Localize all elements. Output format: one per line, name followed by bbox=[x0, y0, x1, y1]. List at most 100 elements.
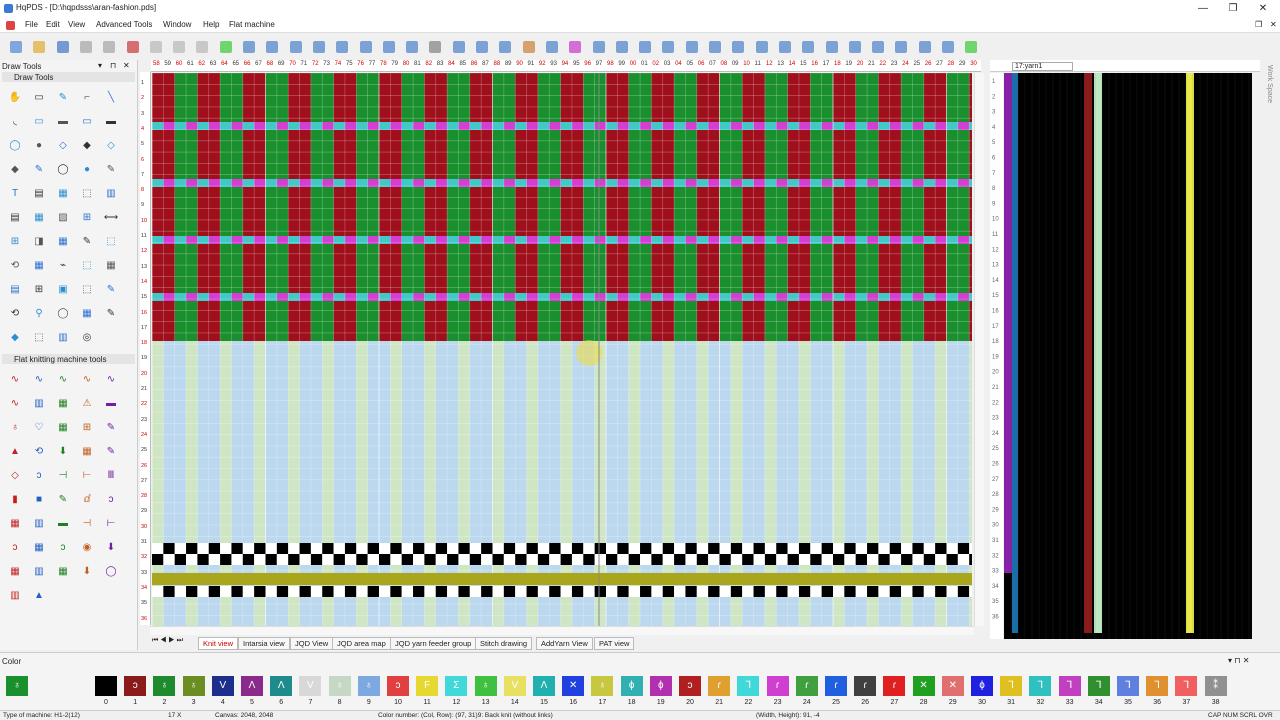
knit-canvas[interactable] bbox=[152, 73, 972, 626]
draw-tool-49[interactable]: ✎ bbox=[103, 306, 119, 322]
color-swatch-28[interactable]: ✕ bbox=[912, 676, 935, 696]
draw-tool-37[interactable]: ⌁ bbox=[55, 258, 71, 274]
draw-tool-3[interactable]: ⌐ bbox=[79, 90, 95, 106]
color-swatch-6[interactable]: Λ bbox=[270, 676, 293, 696]
toolbar-button-37[interactable] bbox=[872, 41, 885, 53]
toolbar-button-17[interactable] bbox=[406, 41, 419, 53]
color-swatch-34[interactable]: Ꞁ bbox=[1087, 676, 1110, 696]
menu-advanced-tools[interactable]: Advanced Tools bbox=[96, 20, 152, 29]
flat-tool-8[interactable]: ⚠ bbox=[79, 396, 95, 412]
draw-tool-30[interactable]: ⊞ bbox=[7, 234, 23, 250]
flat-tool-35[interactable]: ↄ bbox=[7, 540, 23, 556]
draw-tool-33[interactable]: ✎ bbox=[79, 234, 95, 250]
toolbar-button-34[interactable] bbox=[802, 41, 815, 53]
flat-tool-19[interactable]: ✎ bbox=[103, 444, 119, 460]
tab-stitch-drawing[interactable]: Stitch drawing bbox=[475, 637, 533, 650]
toolbar-button-24[interactable] bbox=[569, 41, 582, 53]
color-swatch-14[interactable]: V bbox=[503, 676, 526, 696]
flat-tool-12[interactable]: ▦ bbox=[55, 420, 71, 436]
toolbar-button-40[interactable] bbox=[942, 41, 954, 53]
toolbar-button-27[interactable] bbox=[639, 41, 652, 53]
color-swatch-5[interactable]: Λ bbox=[241, 676, 263, 696]
flat-tool-31[interactable]: ▥ bbox=[31, 516, 47, 532]
toolbar-button-7[interactable] bbox=[173, 41, 186, 53]
color-swatch-30[interactable]: ɸ bbox=[971, 676, 993, 696]
close-button[interactable]: ✕ bbox=[1248, 2, 1278, 15]
flat-tool-42[interactable]: ▦ bbox=[55, 564, 71, 580]
flat-tool-0[interactable]: ∿ bbox=[7, 372, 23, 388]
flat-tool-18[interactable]: ▦ bbox=[79, 444, 95, 460]
toolbar-button-20[interactable] bbox=[476, 41, 488, 53]
draw-tool-24[interactable]: ▥ bbox=[103, 186, 119, 202]
draw-tool-36[interactable]: ▦ bbox=[31, 258, 47, 274]
color-swatch-31[interactable]: Ꞁ bbox=[1000, 676, 1023, 696]
flat-tool-24[interactable]: Ⅲ bbox=[103, 468, 119, 484]
flat-tool-38[interactable]: ◉ bbox=[79, 540, 95, 556]
menu-file[interactable]: File bbox=[25, 20, 38, 29]
toolbar-button-9[interactable] bbox=[219, 41, 232, 53]
draw-tool-5[interactable]: ◟ bbox=[7, 114, 23, 130]
flat-tool-45[interactable]: ▥ bbox=[7, 588, 23, 604]
draw-tool-39[interactable]: ▦ bbox=[103, 258, 119, 274]
draw-tool-22[interactable]: ▦ bbox=[55, 186, 71, 202]
toolbar-button-5[interactable] bbox=[126, 41, 139, 53]
draw-tool-27[interactable]: ▧ bbox=[55, 210, 71, 226]
color-swatch-11[interactable]: F bbox=[416, 676, 439, 696]
color-swatch-38[interactable]: ⁑ bbox=[1204, 676, 1227, 696]
color-swatch-23[interactable]: ɾ bbox=[766, 676, 789, 696]
draw-tool-14[interactable]: ◇ bbox=[103, 138, 119, 154]
menu-help[interactable]: Help bbox=[203, 20, 219, 29]
toolbar-button-19[interactable] bbox=[452, 41, 465, 53]
draw-tool-4[interactable]: ╲ bbox=[103, 90, 119, 106]
flat-tool-26[interactable]: ■ bbox=[31, 492, 47, 508]
draw-tool-15[interactable]: ◆ bbox=[7, 162, 23, 178]
flat-tool-1[interactable]: ∿ bbox=[31, 372, 47, 388]
color-swatch-17[interactable]: ♁ bbox=[591, 676, 614, 696]
color-swatch-12[interactable]: Ʃ bbox=[445, 676, 468, 696]
draw-tool-12[interactable]: ◇ bbox=[55, 138, 71, 154]
toolbar-button-25[interactable] bbox=[592, 41, 605, 53]
color-swatch-16[interactable]: ✕ bbox=[562, 676, 585, 696]
draw-tool-32[interactable]: ▦ bbox=[55, 234, 71, 250]
flat-tool-16[interactable]: ⟲ bbox=[31, 444, 47, 460]
menu-view[interactable]: View bbox=[68, 20, 85, 29]
color-swatch-21[interactable]: ɾ bbox=[708, 676, 731, 696]
draw-tool-16[interactable]: ✎ bbox=[31, 162, 47, 178]
toolbar-button-10[interactable] bbox=[243, 41, 255, 53]
flat-tool-20[interactable]: ◇ bbox=[7, 468, 23, 484]
draw-tool-0[interactable]: ✋ bbox=[7, 90, 23, 106]
flat-tool-7[interactable]: ▦ bbox=[55, 396, 71, 412]
toolbar-button-31[interactable] bbox=[732, 41, 745, 53]
color-swatch-27[interactable]: ɾ bbox=[883, 676, 906, 696]
toolbar-button-22[interactable] bbox=[522, 41, 535, 53]
color-swatch-18[interactable]: ɸ bbox=[620, 676, 643, 696]
tab-addyarn-view[interactable]: AddYarn View bbox=[536, 637, 593, 650]
draw-tool-7[interactable]: ▬ bbox=[55, 114, 71, 130]
toolbar-button-21[interactable] bbox=[499, 41, 512, 53]
draw-tool-52[interactable]: ▥ bbox=[55, 330, 71, 346]
flat-tool-2[interactable]: ∿ bbox=[55, 372, 71, 388]
tab-knit-view[interactable]: Knit view bbox=[198, 637, 239, 650]
draw-tool-34[interactable]: ⬚ bbox=[103, 234, 119, 250]
draw-tool-11[interactable]: ● bbox=[31, 138, 47, 154]
mdi-close-icon[interactable]: ✕ bbox=[1270, 20, 1277, 29]
color-swatch-24[interactable]: ɾ bbox=[795, 676, 818, 696]
color-swatch-1[interactable]: ↄ bbox=[124, 676, 147, 696]
draw-tool-42[interactable]: ▣ bbox=[55, 282, 71, 298]
draw-tool-45[interactable]: ⟲ bbox=[7, 306, 23, 322]
color-swatch-26[interactable]: ɾ bbox=[854, 676, 877, 696]
tab-jqd-area-map[interactable]: JQD area map bbox=[332, 637, 391, 650]
flat-tool-22[interactable]: ⊣ bbox=[55, 468, 71, 484]
toolbar-button-2[interactable] bbox=[56, 41, 69, 53]
draw-tool-9[interactable]: ▬ bbox=[103, 114, 119, 130]
draw-tool-31[interactable]: ◨ bbox=[31, 234, 47, 250]
draw-tool-18[interactable]: ● bbox=[79, 162, 95, 178]
flat-tool-30[interactable]: ▦ bbox=[7, 516, 23, 532]
tab-intarsia-view[interactable]: Intarsia view bbox=[238, 637, 290, 650]
flat-tool-40[interactable]: ▦ bbox=[7, 564, 23, 580]
draw-tool-38[interactable]: ⬚ bbox=[79, 258, 95, 274]
flat-tool-43[interactable]: ⬇ bbox=[79, 564, 95, 580]
flat-tool-36[interactable]: ▦ bbox=[31, 540, 47, 556]
tab-nav-arrows[interactable]: ⏮ ◀ ▶ ⏭ bbox=[152, 637, 183, 645]
current-color-swatch[interactable]: ♁ bbox=[6, 676, 28, 696]
